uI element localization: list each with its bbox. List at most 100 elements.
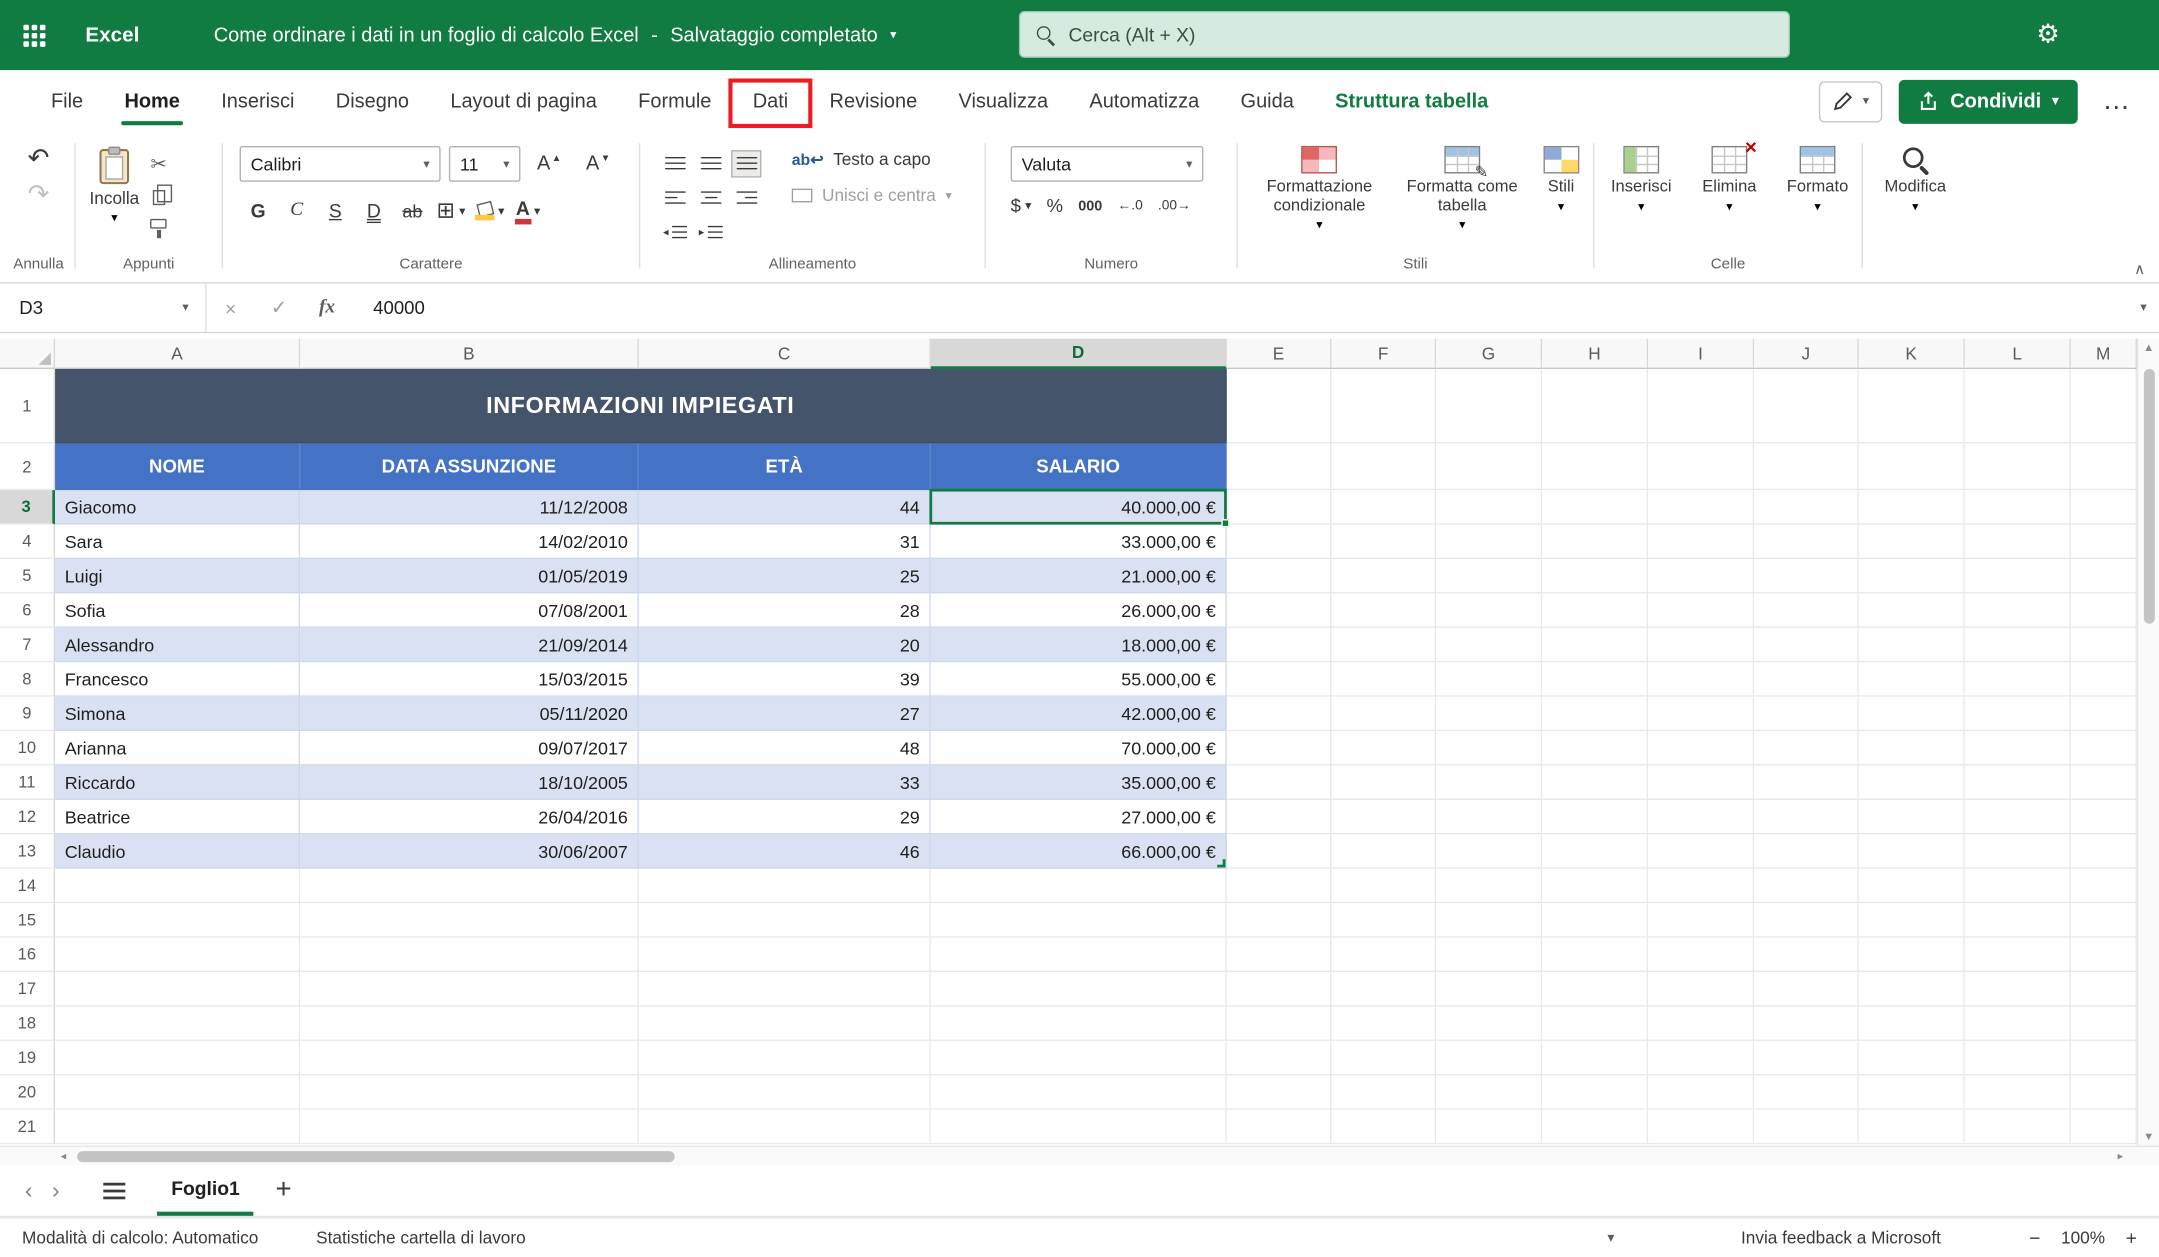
decrease-decimal-button[interactable]: .00→	[1158, 198, 1191, 213]
cell-C7[interactable]: 20	[639, 628, 931, 662]
cell-K21[interactable]	[1859, 1110, 1965, 1144]
cell-J13[interactable]	[1754, 834, 1859, 868]
cell-D19[interactable]	[931, 1041, 1227, 1075]
cell-A14[interactable]	[55, 869, 300, 903]
cell-H1[interactable]	[1542, 369, 1648, 443]
scroll-right-icon[interactable]: ▸	[2118, 1150, 2124, 1162]
tab-inserisci[interactable]: Inserisci	[201, 70, 316, 132]
cell-E14[interactable]	[1227, 869, 1332, 903]
cell-B19[interactable]	[300, 1041, 639, 1075]
undo-button[interactable]: ↶	[28, 146, 50, 172]
cell-G1[interactable]	[1436, 369, 1542, 443]
cell-C15[interactable]	[639, 903, 931, 937]
cell-J15[interactable]	[1754, 903, 1859, 937]
cell-F13[interactable]	[1331, 834, 1436, 868]
cell-A11[interactable]: Riccardo	[55, 766, 300, 800]
cell-F1[interactable]	[1331, 369, 1436, 443]
collapse-ribbon-button[interactable]: ∧	[2134, 260, 2145, 278]
cell-I7[interactable]	[1648, 628, 1754, 662]
delete-cells-button[interactable]: Elimina ▾	[1691, 146, 1768, 255]
cell-F20[interactable]	[1331, 1075, 1436, 1109]
cell-A6[interactable]: Sofia	[55, 593, 300, 627]
scroll-down-icon[interactable]: ▼	[2138, 1130, 2159, 1142]
cell-A7[interactable]: Alessandro	[55, 628, 300, 662]
cell-A3[interactable]: Giacomo	[55, 490, 300, 524]
font-color-button[interactable]: A▾	[509, 194, 546, 227]
cell-J12[interactable]	[1754, 800, 1859, 834]
row-header-17[interactable]: 17	[0, 972, 55, 1006]
copy-button[interactable]	[152, 190, 164, 205]
cell-I9[interactable]	[1648, 697, 1754, 731]
underline-button[interactable]: S	[317, 194, 354, 227]
cell-L16[interactable]	[1965, 938, 2071, 972]
vertical-scroll-thumb[interactable]	[2144, 369, 2155, 624]
select-all-corner[interactable]	[0, 339, 55, 369]
italic-button[interactable]: C	[278, 194, 315, 227]
cell-J14[interactable]	[1754, 869, 1859, 903]
cell-E15[interactable]	[1227, 903, 1332, 937]
cell-C14[interactable]	[639, 869, 931, 903]
cell-K13[interactable]	[1859, 834, 1965, 868]
row-header-5[interactable]: 5	[0, 559, 55, 593]
workbook-stats-button[interactable]: Statistiche cartella di lavoro	[316, 1228, 526, 1247]
cell-D13[interactable]: 66.000,00 €	[931, 834, 1227, 868]
column-header-I[interactable]: I	[1648, 339, 1754, 369]
cell-C16[interactable]	[639, 938, 931, 972]
cut-button[interactable]: ✂	[150, 153, 166, 176]
row-header-7[interactable]: 7	[0, 628, 55, 662]
cell-B21[interactable]	[300, 1110, 639, 1144]
app-launcher-button[interactable]	[0, 0, 69, 70]
row-header-15[interactable]: 15	[0, 903, 55, 937]
cell-M3[interactable]	[2071, 490, 2137, 524]
cell-E6[interactable]	[1227, 593, 1332, 627]
cell-K11[interactable]	[1859, 766, 1965, 800]
cell-I5[interactable]	[1648, 559, 1754, 593]
format-cells-button[interactable]: Formato ▾	[1779, 146, 1856, 255]
cell-C21[interactable]	[639, 1110, 931, 1144]
cell-E10[interactable]	[1227, 731, 1332, 765]
cell-E17[interactable]	[1227, 972, 1332, 1006]
cell-G7[interactable]	[1436, 628, 1542, 662]
cell-L11[interactable]	[1965, 766, 2071, 800]
zoom-out-button[interactable]: −	[2029, 1227, 2040, 1249]
cell-F4[interactable]	[1331, 525, 1436, 559]
cell-G13[interactable]	[1436, 834, 1542, 868]
cell-M8[interactable]	[2071, 662, 2137, 696]
table-resize-handle[interactable]	[1217, 859, 1225, 867]
tab-file[interactable]: File	[30, 70, 103, 132]
cancel-icon[interactable]: ×	[207, 297, 255, 319]
cell-F21[interactable]	[1331, 1110, 1436, 1144]
cell-F5[interactable]	[1331, 559, 1436, 593]
cell-M21[interactable]	[2071, 1110, 2137, 1144]
cell-F14[interactable]	[1331, 869, 1436, 903]
zoom-in-button[interactable]: +	[2126, 1227, 2137, 1249]
cell-F8[interactable]	[1331, 662, 1436, 696]
cell-I1[interactable]	[1648, 369, 1754, 443]
cell-K7[interactable]	[1859, 628, 1965, 662]
cell-L3[interactable]	[1965, 490, 2071, 524]
cell-B14[interactable]	[300, 869, 639, 903]
table-header-B2[interactable]: DATA ASSUNZIONE	[300, 443, 639, 490]
cell-D11[interactable]: 35.000,00 €	[931, 766, 1227, 800]
cell-F11[interactable]	[1331, 766, 1436, 800]
cell-I8[interactable]	[1648, 662, 1754, 696]
cell-G2[interactable]	[1436, 443, 1542, 490]
cell-F12[interactable]	[1331, 800, 1436, 834]
decrease-indent-button[interactable]: ◂	[660, 218, 690, 246]
cell-B13[interactable]: 30/06/2007	[300, 834, 639, 868]
cell-E2[interactable]	[1227, 443, 1332, 490]
row-header-9[interactable]: 9	[0, 697, 55, 731]
draw-tool-button[interactable]: ▾	[1819, 81, 1883, 122]
cell-H2[interactable]	[1542, 443, 1648, 490]
row-header-1[interactable]: 1	[0, 369, 55, 443]
cell-G15[interactable]	[1436, 903, 1542, 937]
cell-D4[interactable]: 33.000,00 €	[931, 525, 1227, 559]
cell-I15[interactable]	[1648, 903, 1754, 937]
cell-B6[interactable]: 07/08/2001	[300, 593, 639, 627]
cell-M5[interactable]	[2071, 559, 2137, 593]
cell-G5[interactable]	[1436, 559, 1542, 593]
cell-K20[interactable]	[1859, 1075, 1965, 1109]
cell-H21[interactable]	[1542, 1110, 1648, 1144]
fx-icon[interactable]: fx	[303, 297, 351, 319]
scroll-left-icon[interactable]: ◂	[61, 1150, 67, 1162]
